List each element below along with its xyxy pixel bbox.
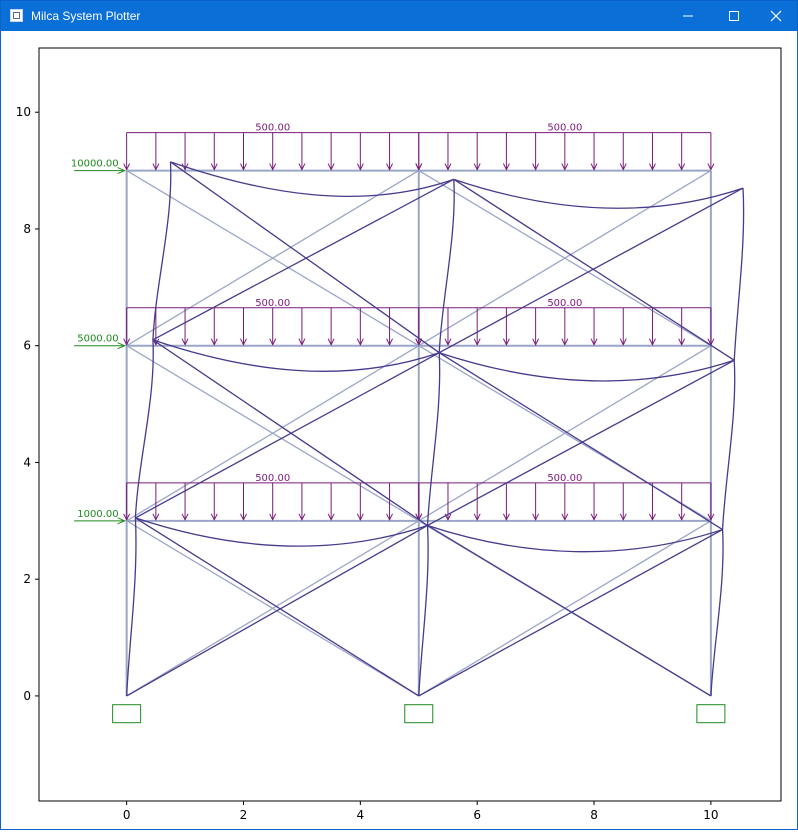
- structure-plot: 0 2 4 6 8 10 0 2 4 6 8 10 500.00 500.00 500.00 500.00 50…: [16, 47, 782, 822]
- y-tick-label: 6: [23, 339, 31, 353]
- load-label: 500.00: [547, 473, 582, 484]
- y-tick-label: 2: [23, 572, 31, 586]
- y-tick-label: 4: [23, 455, 31, 469]
- x-tick-label: 8: [590, 808, 598, 822]
- y-tick-label: 10: [16, 105, 31, 119]
- plotter-window: Milca System Plotter 0 2 4 6 8 10 0 2 4 6 8 10 500.0…: [0, 0, 798, 830]
- title-bar[interactable]: Milca System Plotter: [1, 1, 797, 31]
- plotter-app-icon: [10, 9, 23, 22]
- close-button[interactable]: [753, 1, 798, 31]
- x-tick-label: 4: [357, 808, 365, 822]
- minimize-icon: [683, 15, 693, 17]
- minimize-button[interactable]: [665, 1, 711, 31]
- load-label: 500.00: [547, 123, 582, 134]
- point-load-label: 5000.00: [77, 334, 118, 345]
- window-title: Milca System Plotter: [31, 9, 141, 23]
- load-label: 500.00: [255, 123, 290, 134]
- y-tick-label: 0: [23, 689, 31, 703]
- plot-area: 0 2 4 6 8 10 0 2 4 6 8 10 500.00 500.00 500.00 500.00 50…: [1, 31, 797, 829]
- x-tick-label: 6: [473, 808, 481, 822]
- maximize-icon: [729, 11, 739, 21]
- x-tick-label: 2: [240, 808, 248, 822]
- x-tick-label: 10: [703, 808, 718, 822]
- close-icon: [770, 10, 782, 22]
- x-tick-label: 0: [123, 808, 131, 822]
- point-load-label: 10000.00: [71, 159, 119, 170]
- load-label: 500.00: [547, 298, 582, 309]
- maximize-button[interactable]: [711, 1, 757, 31]
- point-load-label: 1000.00: [77, 509, 118, 520]
- y-tick-label: 8: [23, 222, 31, 236]
- load-label: 500.00: [255, 298, 290, 309]
- plot-frame: [38, 47, 782, 802]
- load-label: 500.00: [255, 473, 290, 484]
